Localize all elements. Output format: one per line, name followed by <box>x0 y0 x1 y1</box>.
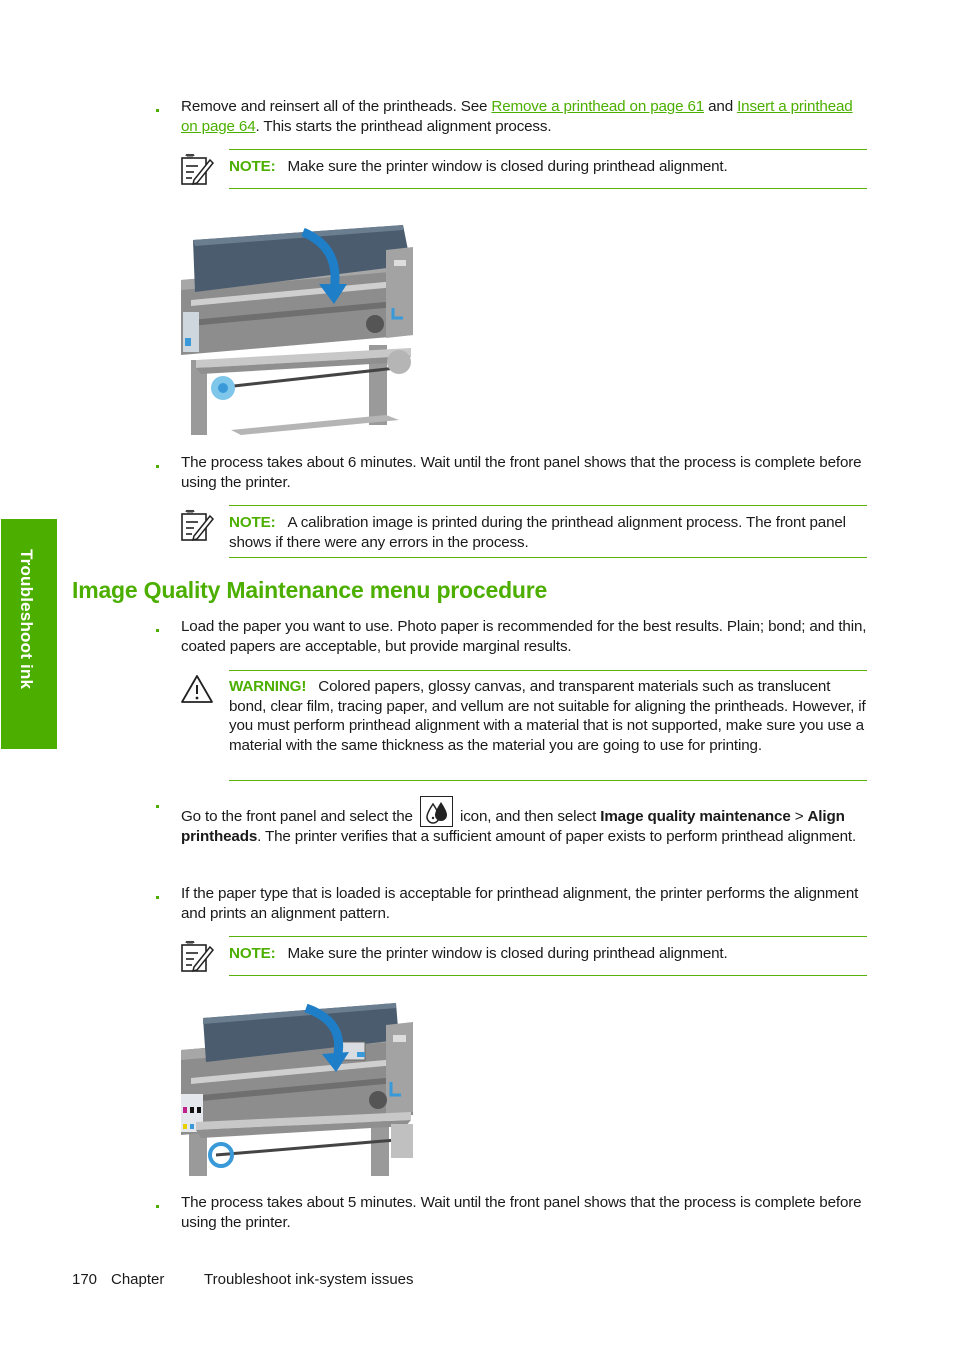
footer-page-number: 170 <box>72 1271 98 1288</box>
note-label: NOTE: <box>229 945 276 962</box>
note-callout: NOTE: A calibration image is printed duri… <box>229 513 869 552</box>
warning-text: Colored papers, glossy canvas, and trans… <box>229 678 866 754</box>
step-wait-6-minutes: The process takes about 6 minutes. Wait … <box>181 454 862 491</box>
note-callout: NOTE: Make sure the printer window is clo… <box>229 944 869 964</box>
bullet <box>156 896 159 899</box>
note-bottom-rule <box>229 188 867 189</box>
step-text: and <box>704 98 738 115</box>
note-bottom-rule <box>229 975 867 976</box>
note-label: NOTE: <box>229 514 276 531</box>
note-label: NOTE: <box>229 158 276 175</box>
note-icon <box>181 153 214 186</box>
note-bottom-rule <box>229 557 867 558</box>
step-wait-5-minutes: The process takes about 5 minutes. Wait … <box>181 1194 862 1231</box>
section-heading: Image Quality Maintenance menu procedure <box>72 577 548 603</box>
step-front-panel-align: Go to the front panel and select the ico… <box>181 796 871 847</box>
step-load-paper: Load the paper you want to use. Photo pa… <box>181 618 867 655</box>
step-text: . This starts the printhead alignment pr… <box>255 117 552 135</box>
step-text: Remove and reinsert all of the printhead… <box>181 98 492 115</box>
step-reinsert-printheads: Remove and reinsert all of the printhead… <box>181 97 871 136</box>
note-icon <box>181 940 214 973</box>
warning-top-rule <box>229 670 867 671</box>
menu-separator: > <box>790 808 808 825</box>
ink-drops-icon <box>419 796 453 827</box>
link-remove-printhead[interactable]: Remove a printhead on page 61 <box>491 98 704 115</box>
menu-image-quality-maintenance: Image quality maintenance <box>600 808 791 825</box>
step-text: Go to the front panel and select the <box>181 808 417 825</box>
step-text: icon, and then select <box>455 808 601 825</box>
note-top-rule <box>229 936 867 937</box>
step-alignment-pattern: If the paper type that is loaded is acce… <box>181 885 859 922</box>
bullet <box>156 465 159 468</box>
note-callout: NOTE: Make sure the printer window is clo… <box>229 157 869 177</box>
note-icon <box>181 509 214 542</box>
bullet <box>156 629 159 632</box>
chapter-side-tab: Troubleshoot ink <box>1 519 57 749</box>
footer-chapter: Chapter <box>111 1271 165 1288</box>
note-top-rule <box>229 505 867 506</box>
bullet <box>156 1205 159 1208</box>
note-text: Make sure the printer window is closed d… <box>287 158 728 175</box>
note-text: Make sure the printer window is closed d… <box>287 945 728 962</box>
warning-icon <box>181 675 213 703</box>
side-tab-label: Troubleshoot ink <box>17 549 36 690</box>
step-text: . The printer verifies that a sufficient… <box>257 828 857 845</box>
footer-title: Troubleshoot ink-system issues <box>204 1271 414 1288</box>
warning-callout: WARNING! Colored papers, glossy canvas, a… <box>229 677 869 755</box>
warning-label: WARNING! <box>229 678 307 695</box>
bullet <box>156 805 159 808</box>
note-top-rule <box>229 149 867 150</box>
note-text: A calibration image is printed during th… <box>229 514 846 551</box>
printer-window-closing-image <box>181 220 413 435</box>
warning-bottom-rule <box>229 780 867 781</box>
bullet <box>156 109 159 112</box>
printer-window-closing-carriage-image <box>181 1000 413 1176</box>
